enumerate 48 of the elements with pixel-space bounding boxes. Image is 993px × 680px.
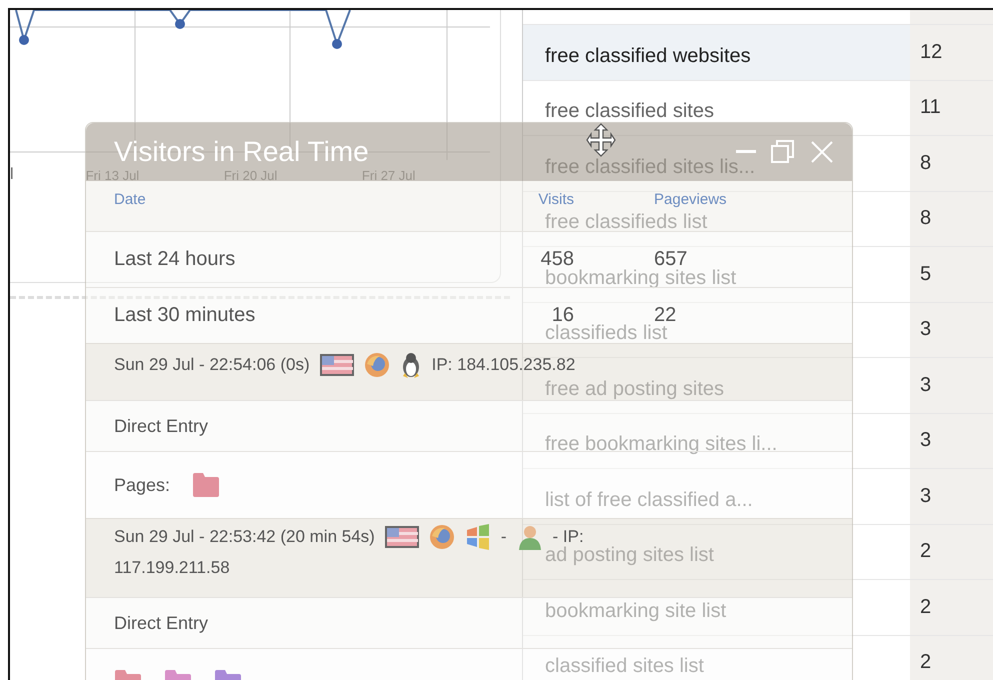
- move-cursor-icon: [586, 123, 616, 157]
- flag-icon: [384, 526, 419, 548]
- minimize-icon[interactable]: [736, 149, 756, 155]
- keyword-link[interactable]: ad posting sites list: [545, 544, 714, 568]
- keyword-link[interactable]: free classifieds list: [545, 211, 708, 234]
- count-cell: 8: [910, 192, 993, 246]
- folder-icon[interactable]: [192, 472, 220, 498]
- axis-label: l: [10, 166, 15, 184]
- keyword-link[interactable]: free classified sites: [545, 100, 714, 124]
- globe-icon: [428, 524, 455, 550]
- period-cell-text: Last 24 hours: [114, 248, 236, 271]
- count-cell: 12: [910, 25, 993, 80]
- count-cell: 3: [910, 302, 993, 357]
- chart-point: [332, 39, 342, 49]
- count-cell: 3: [910, 469, 993, 524]
- pages-label: Pages:: [114, 474, 170, 496]
- keyword-link[interactable]: bookmarking site list: [545, 600, 726, 623]
- count-cell: 8: [910, 136, 993, 190]
- column-header[interactable]: Visits: [484, 191, 574, 208]
- column-header[interactable]: Date: [114, 191, 484, 208]
- visit-info: - IP:: [552, 527, 584, 546]
- keyword-link[interactable]: free bookmarking sites li...: [545, 433, 778, 456]
- keyword-link[interactable]: list of free classified a...: [545, 488, 753, 512]
- count-cell: 3: [910, 358, 993, 412]
- count-cell: 2: [910, 524, 993, 579]
- count-cell: 5: [910, 247, 993, 302]
- count-cell: 2: [910, 636, 993, 680]
- visit-info: 117.199.211.58: [114, 558, 230, 578]
- visit-info: Sun 29 Jul - 22:54:06 (0s): [114, 355, 310, 375]
- window-title: Visitors in Real Time: [114, 136, 369, 168]
- count-cell: 2: [910, 580, 993, 634]
- globe-icon: [364, 352, 390, 378]
- visit-info: Sun 29 Jul - 22:53:42 (20 min 54s): [114, 527, 375, 547]
- count-cell: 3: [910, 414, 993, 468]
- period-cell-text: Last 30 minutes: [114, 304, 256, 327]
- flag-icon: [320, 354, 354, 376]
- visit-info: IP: 184.105.235.82: [432, 355, 576, 375]
- window-logo-icon: [464, 524, 491, 550]
- count-cell: 11: [910, 80, 993, 135]
- restore-icon[interactable]: [770, 139, 796, 165]
- chart-point: [19, 35, 29, 45]
- visit-info: -: [500, 527, 506, 547]
- user-icon: [516, 524, 542, 550]
- column-header[interactable]: Pageviews: [654, 191, 727, 208]
- keyword-link[interactable]: classified sites list: [545, 655, 704, 678]
- chart-point: [175, 19, 185, 29]
- close-icon[interactable]: [810, 140, 834, 164]
- keyword-link[interactable]: free ad posting sites: [545, 378, 724, 401]
